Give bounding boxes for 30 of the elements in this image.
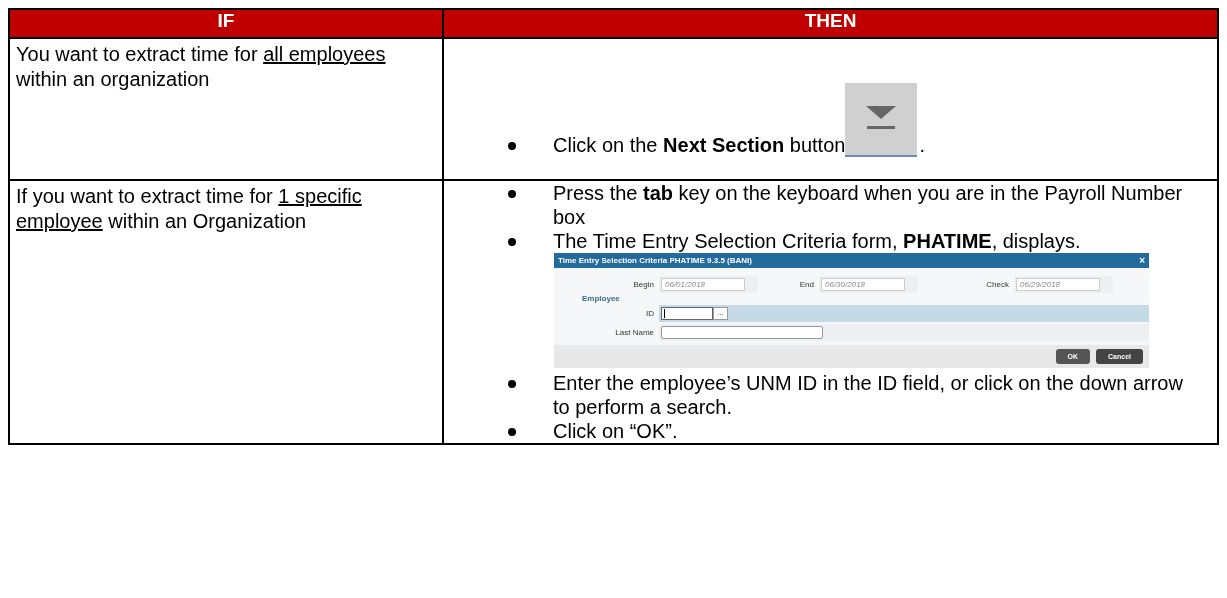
field-label: ID [645,309,654,318]
field-label: Begin [632,280,654,289]
field-label: Last Name [614,328,654,337]
bullet-icon [508,190,516,198]
step-text: The Time Entry Selection Criteria form, PHATIME, displays. [553,230,1081,252]
lookup-button[interactable]: ... [713,307,728,320]
period-text: . [919,133,925,157]
condition-text: You want to extract time for all employees within an organization [15,42,387,92]
step-text: Click on “OK”. [553,420,678,442]
bullet-icon [508,142,516,150]
column-header: IF [9,9,443,38]
bullet-icon [508,238,516,246]
date-field[interactable]: 06/29/2018 [1016,278,1100,291]
field-label: Check [985,280,1009,289]
dialog-title: Time Entry Selection Criteria PHATIME 9.3.5 (BANI) [558,256,752,265]
last-name-field[interactable] [661,326,823,339]
condition-text: If you want to extract time for 1 specific employee within an Organization [15,184,363,234]
next-section-button[interactable] [845,83,918,157]
close-icon[interactable]: × [1139,256,1145,265]
id-field[interactable] [661,307,713,320]
date-field[interactable]: 06/01/2018 [661,278,745,291]
bullet-icon [508,428,516,436]
section-label: Employee [582,294,621,303]
step-text: Enter the employee’s UNM ID in the ID field, or click on the down arrow to perform a search. [553,372,1183,418]
field-label: End [798,280,814,289]
column-header: THEN [443,9,1218,38]
bullet-icon [508,380,516,388]
step-text: Press the tab key on the keyboard when you are in the Payroll Number box [553,182,1183,228]
step-text: Click on the Next Section button [553,133,846,157]
date-field[interactable]: 06/30/2018 [821,278,905,291]
